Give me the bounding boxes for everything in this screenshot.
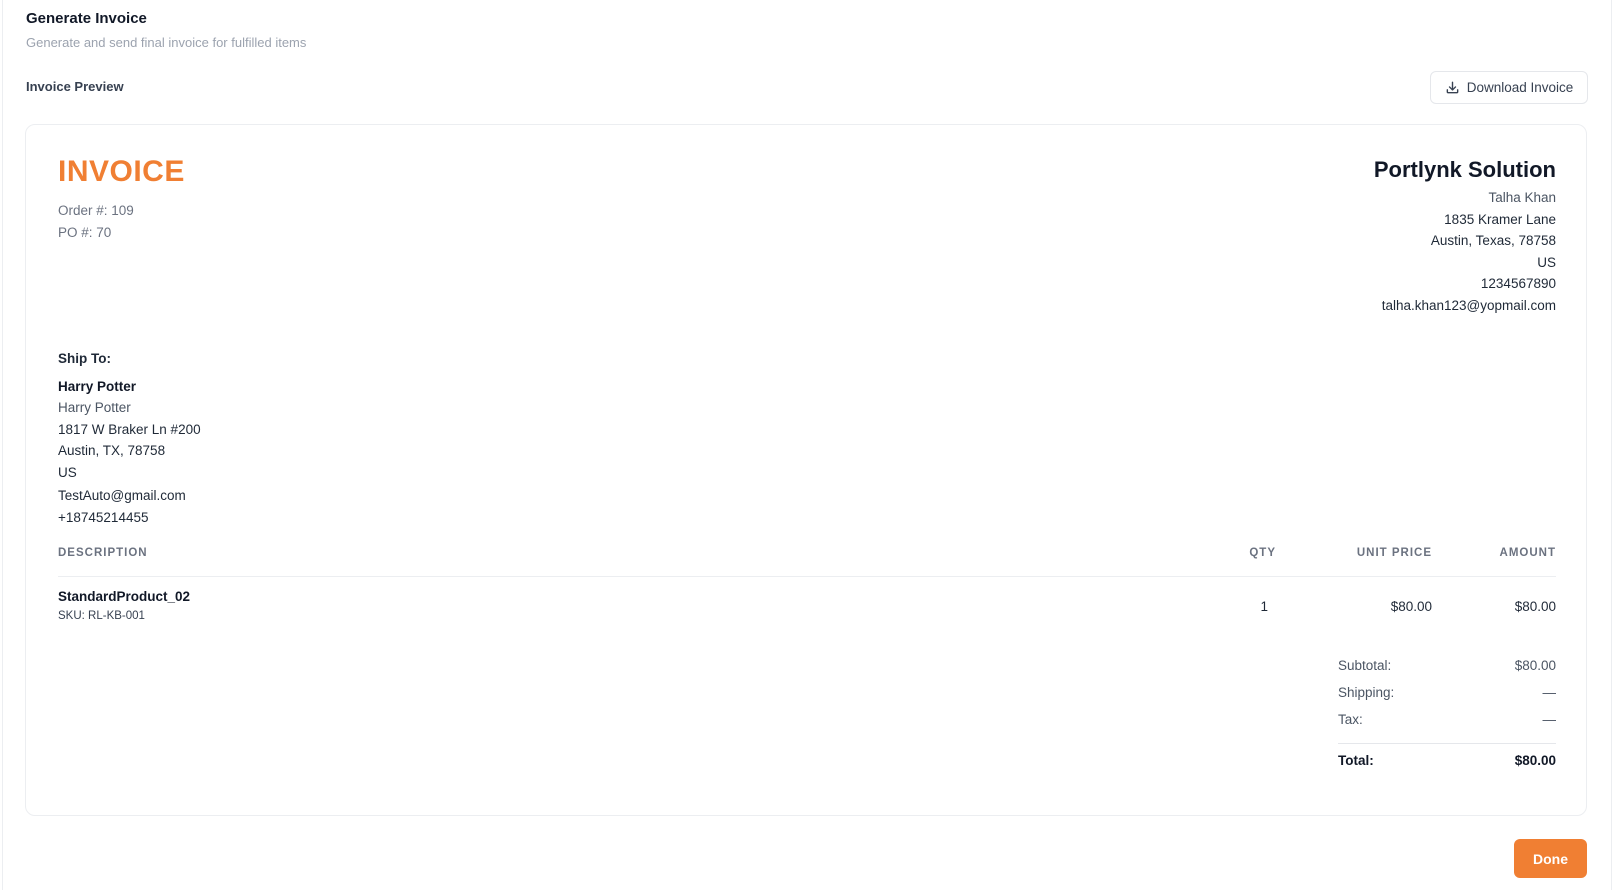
column-header-unit-price: UNIT PRICE [1356, 547, 1432, 559]
table-row: StandardProduct_02 SKU: RL-KB-001 1 $80.… [58, 587, 1556, 631]
product-sku: SKU: RL-KB-001 [58, 610, 145, 622]
shipping-value: — [1542, 685, 1557, 700]
download-invoice-label: Download Invoice [1466, 80, 1574, 95]
company-contact: Talha Khan [1488, 190, 1556, 205]
ship-to-street: 1817 W Braker Ln #200 [58, 421, 201, 437]
totals-summary: Subtotal: $80.00 Shipping: — Tax: — Tota… [1338, 655, 1556, 777]
download-invoice-button[interactable]: Download Invoice [1430, 71, 1588, 104]
order-number: Order #: 109 [58, 203, 134, 218]
ship-to-city: Austin, TX, 78758 [58, 443, 166, 458]
tax-label: Tax: [1338, 712, 1363, 727]
tax-row: Tax: — [1338, 709, 1556, 736]
column-header-description: DESCRIPTION [58, 547, 148, 559]
product-name: StandardProduct_02 [58, 589, 191, 604]
left-border [2, 0, 3, 890]
company-phone: 1234567890 [1480, 276, 1556, 291]
subtotal-value: $80.00 [1514, 658, 1556, 673]
company-street: 1835 Kramer Lane [1444, 211, 1556, 227]
line-items-header: DESCRIPTION QTY UNIT PRICE AMOUNT [58, 547, 1556, 577]
invoice-title: INVOICE [58, 155, 185, 188]
page-subtitle: Generate and send final invoice for fulf… [26, 35, 307, 50]
total-row: Total: $80.00 [1338, 743, 1556, 777]
ship-to-block: Harry Potter Harry Potter 1817 W Braker … [58, 377, 201, 528]
page-title: Generate Invoice [26, 10, 147, 27]
po-number: PO #: 70 [58, 225, 112, 240]
row-unit-price: $80.00 [1390, 599, 1432, 614]
row-amount: $80.00 [1514, 599, 1556, 614]
ship-to-label: Ship To: [58, 351, 111, 366]
column-header-amount: AMOUNT [1499, 547, 1556, 559]
company-name: Portlynk Solution [1373, 157, 1556, 182]
ship-to-country: US [58, 464, 77, 480]
invoice-preview-card: INVOICE Order #: 109 PO #: 70 Portlynk S… [25, 124, 1587, 816]
shipping-row: Shipping: — [1338, 682, 1556, 709]
company-city: Austin, Texas, 78758 [1430, 233, 1556, 248]
total-value: $80.00 [1514, 753, 1556, 768]
company-country: US [1537, 254, 1556, 270]
ship-to-phone: +18745214455 [58, 509, 149, 525]
download-icon [1445, 80, 1460, 95]
company-address-block: Portlynk Solution Talha Khan 1835 Kramer… [1374, 157, 1556, 316]
ship-to-name: Harry Potter [58, 379, 137, 394]
shipping-label: Shipping: [1338, 685, 1395, 700]
company-email: talha.khan123@yopmail.com [1381, 297, 1556, 313]
total-label: Total: [1338, 753, 1374, 768]
done-button[interactable]: Done [1514, 839, 1587, 878]
subtotal-row: Subtotal: $80.00 [1338, 655, 1556, 682]
subtotal-label: Subtotal: [1338, 658, 1392, 673]
ship-to-email: TestAuto@gmail.com [58, 488, 186, 503]
tax-value: — [1542, 712, 1557, 727]
row-qty: 1 [1260, 599, 1268, 614]
invoice-preview-label: Invoice Preview [26, 79, 124, 94]
column-header-qty: QTY [1249, 547, 1276, 559]
ship-to-contact: Harry Potter [58, 400, 131, 415]
